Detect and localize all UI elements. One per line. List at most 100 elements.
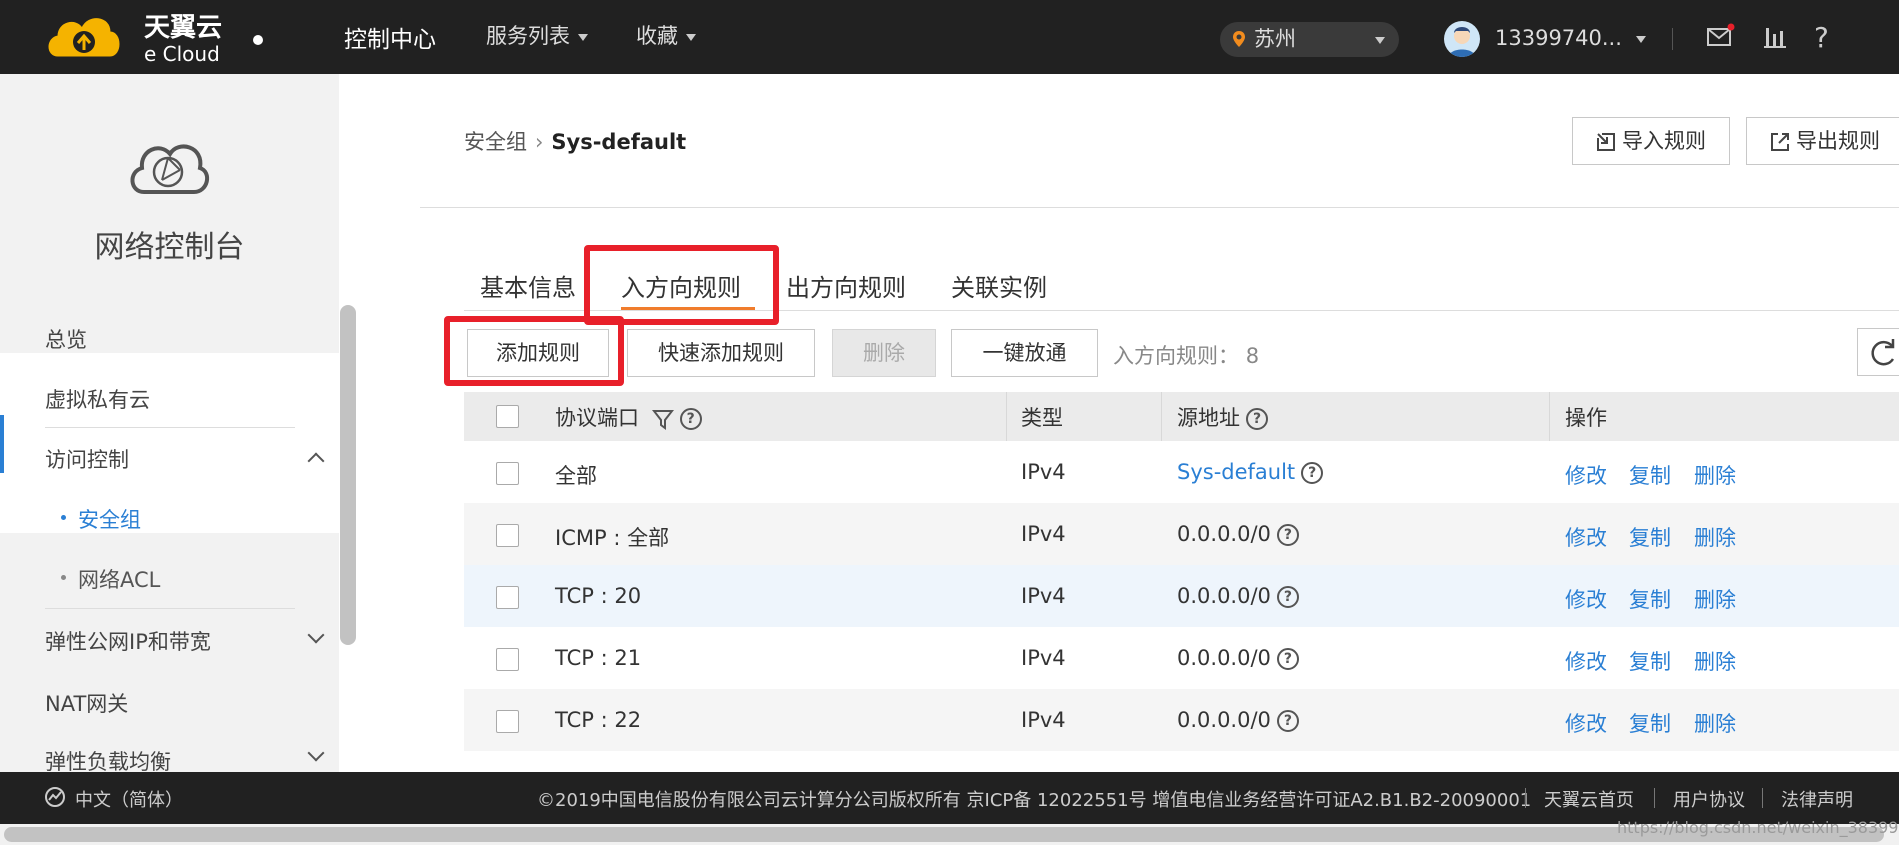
horizontal-scrollbar[interactable] — [4, 827, 1884, 842]
language-icon[interactable] — [44, 786, 66, 808]
edit-link[interactable]: 修改 — [1565, 522, 1607, 552]
sidebar-item-network-acl[interactable]: 网络ACL — [61, 564, 160, 594]
location-pin-icon — [1233, 31, 1245, 47]
delete-link[interactable]: 删除 — [1694, 708, 1736, 738]
delete-button[interactable]: 删除 — [832, 329, 936, 377]
cell-type: IPv4 — [1021, 460, 1066, 484]
refresh-icon — [1871, 339, 1895, 366]
user-account-menu[interactable]: 13399740... — [1495, 26, 1646, 50]
caret-down-icon — [686, 33, 696, 41]
cell-type: IPv4 — [1021, 522, 1066, 546]
sidebar-item-eip[interactable]: 弹性公网IP和带宽 — [45, 626, 211, 656]
sidebar-title: 网络控制台 — [94, 230, 245, 265]
column-divider — [1006, 392, 1007, 441]
copy-link[interactable]: 复制 — [1629, 460, 1671, 490]
avatar[interactable] — [1444, 21, 1480, 57]
breadcrumb-separator: › — [535, 130, 544, 154]
row-checkbox[interactable] — [496, 462, 519, 485]
tab-associated-instances[interactable]: 关联实例 — [951, 268, 1047, 303]
help-circle-icon[interactable]: ? — [1276, 524, 1299, 546]
help-circle-icon[interactable]: ? — [1246, 408, 1268, 430]
ecloud-logo[interactable]: 天翼云 e Cloud — [44, 6, 244, 68]
select-all-checkbox[interactable] — [496, 405, 519, 428]
help-icon[interactable]: ? — [1808, 22, 1838, 52]
delete-link[interactable]: 删除 — [1694, 522, 1736, 552]
brand-name-text: 天翼云 — [144, 13, 222, 43]
row-checkbox[interactable] — [496, 648, 519, 671]
footer-divider — [1762, 788, 1763, 808]
sidebar-active-indicator — [0, 415, 4, 473]
sidebar-item-nat[interactable]: NAT网关 — [45, 688, 128, 718]
nav-services[interactable]: 服务列表 — [486, 20, 588, 50]
caret-down-icon — [578, 33, 588, 41]
edit-link[interactable]: 修改 — [1565, 646, 1607, 676]
footer-link-terms[interactable]: 用户协议 — [1673, 786, 1745, 812]
delete-link[interactable]: 删除 — [1694, 646, 1736, 676]
tab-outbound-rules[interactable]: 出方向规则 — [786, 268, 906, 303]
column-header-source: 源地址? — [1177, 402, 1268, 432]
refresh-button[interactable] — [1857, 328, 1899, 376]
tab-basic-info[interactable]: 基本信息 — [480, 268, 576, 303]
language-selector[interactable]: 中文（简体） — [75, 786, 183, 812]
bullet-icon — [61, 515, 66, 520]
column-header-type: 类型 — [1021, 406, 1063, 430]
footer-divider — [1654, 788, 1655, 808]
breadcrumb-parent[interactable]: 安全组 — [464, 130, 527, 154]
copy-link[interactable]: 复制 — [1629, 522, 1671, 552]
cell-source: 0.0.0.0/0? — [1177, 708, 1299, 732]
sidebar-scrollbar[interactable] — [340, 305, 356, 645]
footer-link-home[interactable]: 天翼云首页 — [1544, 786, 1634, 812]
sidebar-divider — [45, 608, 295, 609]
mail-icon[interactable] — [1705, 22, 1735, 52]
sidebar-divider — [45, 427, 295, 428]
row-checkbox[interactable] — [496, 586, 519, 609]
cell-source: 0.0.0.0/0? — [1177, 522, 1299, 546]
sidebar-item-access-control[interactable]: 访问控制 — [45, 444, 129, 474]
row-checkbox[interactable] — [496, 524, 519, 547]
help-circle-icon[interactable]: ? — [1276, 710, 1299, 732]
cell-type: IPv4 — [1021, 708, 1066, 732]
row-checkbox[interactable] — [496, 710, 519, 733]
import-rules-button[interactable]: 导入规则 — [1572, 117, 1730, 165]
caret-down-icon — [1375, 37, 1385, 44]
edit-link[interactable]: 修改 — [1565, 708, 1607, 738]
highlight-box-tab — [584, 245, 779, 325]
nav-console[interactable]: 控制中心 — [344, 20, 436, 54]
bar-chart-icon[interactable] — [1761, 22, 1791, 52]
open-all-button[interactable]: 一键放通 — [951, 329, 1098, 377]
nav-favorites[interactable]: 收藏 — [636, 20, 696, 50]
delete-link[interactable]: 删除 — [1694, 460, 1736, 490]
highlight-box-add-rule — [444, 316, 624, 386]
delete-link[interactable]: 删除 — [1694, 584, 1736, 614]
sidebar-item-vpc[interactable]: 虚拟私有云 — [45, 384, 150, 414]
column-divider — [1161, 392, 1162, 441]
inbound-rule-count: 入方向规则： 8 — [1113, 344, 1260, 368]
copy-link[interactable]: 复制 — [1629, 708, 1671, 738]
copyright-text: ©2019中国电信股份有限公司云计算分公司版权所有 京ICP备 12022551… — [537, 790, 1532, 811]
copy-link[interactable]: 复制 — [1629, 646, 1671, 676]
cell-protocol: TCP : 21 — [555, 646, 642, 670]
bullet-icon — [61, 575, 66, 580]
help-circle-icon[interactable]: ? — [1301, 462, 1324, 484]
top-bar: 天翼云 e Cloud 控制中心 服务列表 收藏 苏州 13399740... … — [0, 0, 1899, 74]
cell-type: IPv4 — [1021, 646, 1066, 670]
brand-sub-text: e Cloud — [144, 42, 220, 66]
filter-icon[interactable] — [651, 408, 674, 430]
edit-link[interactable]: 修改 — [1565, 584, 1607, 614]
export-rules-button[interactable]: 导出规则 — [1746, 117, 1899, 165]
region-selector[interactable]: 苏州 — [1220, 22, 1399, 57]
cell-source: 0.0.0.0/0? — [1177, 584, 1299, 608]
edit-link[interactable]: 修改 — [1565, 460, 1607, 490]
cell-source: 0.0.0.0/0? — [1177, 646, 1299, 670]
quick-add-rule-button[interactable]: 快速添加规则 — [627, 329, 815, 377]
cell-type: IPv4 — [1021, 584, 1066, 608]
copy-link[interactable]: 复制 — [1629, 584, 1671, 614]
sidebar-item-overview[interactable]: 总览 — [45, 324, 87, 354]
breadcrumb: 安全组 › Sys-default — [464, 126, 686, 156]
sidebar-item-security-group[interactable]: 安全组 — [61, 504, 141, 534]
help-circle-icon[interactable]: ? — [1276, 648, 1299, 670]
help-circle-icon[interactable]: ? — [679, 408, 702, 430]
source-group-link[interactable]: Sys-default — [1177, 460, 1295, 484]
footer-link-legal[interactable]: 法律声明 — [1781, 786, 1853, 812]
help-circle-icon[interactable]: ? — [1276, 586, 1299, 608]
